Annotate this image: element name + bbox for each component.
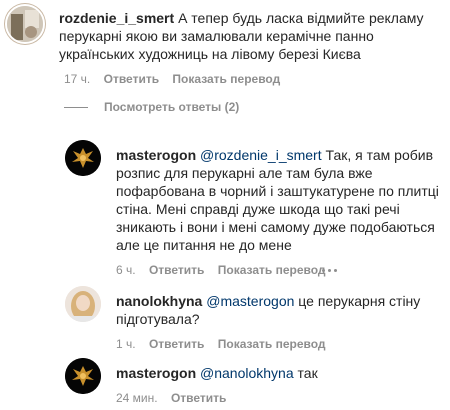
reply-button[interactable]: Ответить xyxy=(149,337,204,351)
translate-button[interactable]: Показать перевод xyxy=(218,337,326,351)
avatar[interactable] xyxy=(65,358,101,394)
reply-username[interactable]: nanolokhyna xyxy=(116,293,202,309)
reply-mention[interactable]: @nanolokhyna xyxy=(200,365,294,381)
avatar[interactable] xyxy=(65,286,101,322)
reply-username[interactable]: masterogon xyxy=(116,147,196,163)
comment-username[interactable]: rozdenie_i_smert xyxy=(59,10,174,26)
reply-meta: 1 ч. Ответить Показать перевод xyxy=(116,337,336,351)
phoenix-logo-icon xyxy=(65,358,101,394)
reply-body: nanolokhyna @masterogon це перукарня сті… xyxy=(116,292,446,328)
avatar[interactable] xyxy=(5,4,45,44)
reply-text: так xyxy=(297,365,318,381)
reply-mention[interactable]: @rozdenie_i_smert xyxy=(200,147,322,163)
reply-body: masterogon @rozdenie_i_smert Так, я там … xyxy=(116,146,446,254)
translate-button[interactable]: Показать перевод xyxy=(172,72,280,86)
more-options-icon[interactable] xyxy=(322,269,337,272)
view-replies-label: Посмотреть ответы (2) xyxy=(104,100,240,114)
reply-button[interactable]: Ответить xyxy=(104,72,159,86)
comment-meta: 17 ч. Ответить Показать перевод xyxy=(64,72,290,86)
comment-body: rozdenie_i_smert А тепер будь ласка відм… xyxy=(59,9,444,63)
reply-button[interactable]: Ответить xyxy=(149,263,204,277)
reply-time[interactable]: 1 ч. xyxy=(116,337,136,351)
reply-time[interactable]: 24 мин. xyxy=(116,391,158,405)
reply-meta: 6 ч. Ответить Показать перевод xyxy=(116,263,336,277)
reply-button[interactable]: Ответить xyxy=(171,391,226,405)
reply-mention[interactable]: @masterogon xyxy=(206,293,294,309)
reply-body: masterogon @nanolokhyna так xyxy=(116,364,446,382)
view-replies-button[interactable]: Посмотреть ответы (2) xyxy=(64,100,239,114)
reply-meta: 24 мин. Ответить xyxy=(116,391,236,405)
reply-username[interactable]: masterogon xyxy=(116,365,196,381)
translate-button[interactable]: Показать перевод xyxy=(218,263,326,277)
divider-line xyxy=(64,106,88,108)
phoenix-logo-icon xyxy=(65,140,101,176)
comment-time[interactable]: 17 ч. xyxy=(64,72,90,86)
avatar[interactable] xyxy=(65,140,101,176)
reply-time[interactable]: 6 ч. xyxy=(116,263,136,277)
